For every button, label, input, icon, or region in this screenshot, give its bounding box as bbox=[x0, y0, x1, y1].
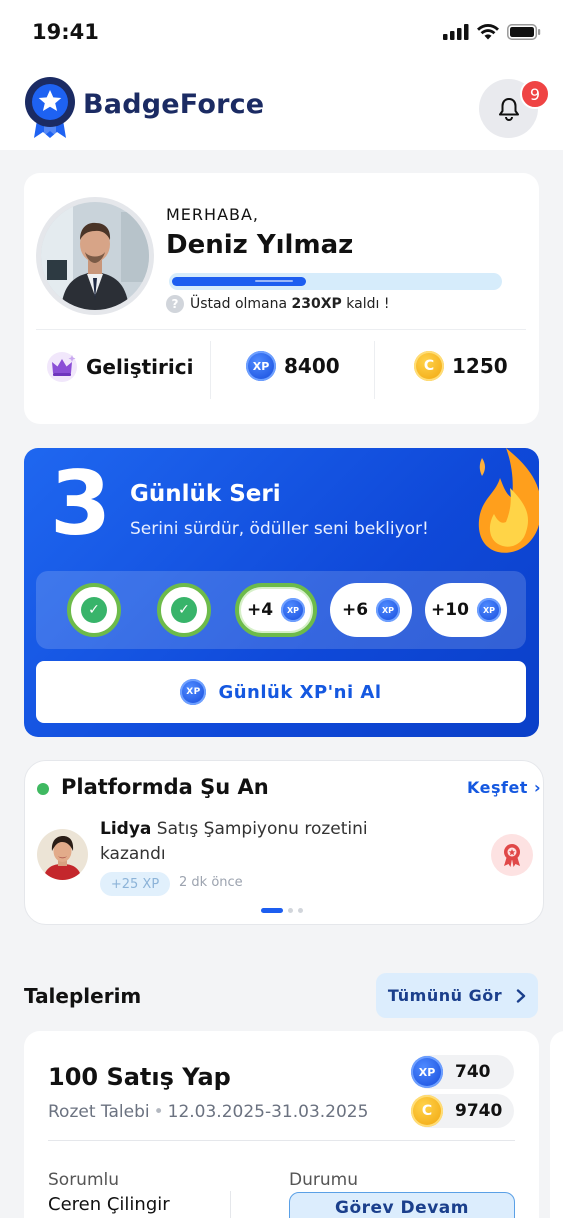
stat-divider bbox=[210, 341, 211, 399]
xp-coin-icon: XP bbox=[246, 351, 276, 381]
level-progress-bar bbox=[169, 273, 502, 290]
chevron-right-icon bbox=[516, 988, 526, 1003]
crown-icon bbox=[47, 352, 77, 382]
battery-icon bbox=[507, 24, 541, 40]
streak-day-2: ✓ bbox=[157, 583, 211, 637]
user-name: Deniz Yılmaz bbox=[166, 230, 354, 260]
request-date-range: 12.03.2025-31.03.2025 bbox=[167, 1102, 369, 1122]
request-xp-reward: XP 740 bbox=[411, 1055, 514, 1089]
xp-coin-icon: XP bbox=[476, 598, 501, 622]
remaining-xp: 230XP bbox=[291, 296, 342, 312]
request-xp-value: 740 bbox=[455, 1062, 491, 1082]
status-time: 19:41 bbox=[32, 20, 99, 44]
notification-count-badge: 9 bbox=[520, 79, 550, 109]
activity-text: Lidya Satış Şampiyonu rozetini kazandı bbox=[100, 817, 400, 867]
status-icons bbox=[443, 24, 541, 40]
request-meta: Rozet Talebi • 12.03.2025-31.03.2025 bbox=[48, 1102, 368, 1122]
live-activity-card: Platformda Şu An Keşfet › Lidya Satış Şa… bbox=[24, 760, 544, 925]
live-indicator bbox=[37, 783, 49, 795]
profile-photo bbox=[41, 202, 149, 310]
carousel-dot[interactable] bbox=[288, 908, 293, 913]
xp-coin-icon: XP bbox=[411, 1056, 443, 1088]
see-all-button[interactable]: Tümünü Gör bbox=[376, 973, 538, 1018]
daily-streak-card: 3 Günlük Seri Serini sürdür, ödüller sen… bbox=[24, 448, 539, 737]
greeting-text: MERHABA, bbox=[166, 205, 260, 224]
chevron-right-icon: › bbox=[534, 778, 542, 797]
streak-day-4: +6 XP bbox=[330, 583, 412, 637]
streak-day-reward: +10 bbox=[431, 600, 469, 620]
next-request-card-peek[interactable] bbox=[550, 1031, 563, 1218]
wifi-icon bbox=[477, 24, 499, 40]
claim-daily-xp-button[interactable]: XP Günlük XP'ni Al bbox=[36, 661, 526, 723]
carousel-dots[interactable] bbox=[261, 908, 303, 913]
see-all-label: Tümünü Gör bbox=[387, 986, 503, 1005]
request-coin-reward: C 9740 bbox=[411, 1094, 514, 1128]
streak-day-3[interactable]: +4 XP bbox=[235, 583, 317, 637]
request-title: 100 Satış Yap bbox=[48, 1063, 231, 1091]
check-icon: ✓ bbox=[171, 597, 197, 623]
level-hint: ? Üstad olmana 230XP kaldı ! bbox=[166, 295, 389, 313]
check-icon: ✓ bbox=[81, 597, 107, 623]
xp-total: 8400 bbox=[284, 354, 340, 378]
streak-day-reward: +4 bbox=[246, 600, 274, 620]
owner-name: Ceren Çilingir bbox=[48, 1194, 170, 1215]
owner-label: Sorumlu bbox=[48, 1170, 120, 1190]
activity-time: 2 dk önce bbox=[179, 875, 243, 890]
live-activity-title: Platformda Şu An bbox=[61, 775, 269, 799]
activity-user-name[interactable]: Lidya bbox=[100, 819, 151, 839]
xp-coin-icon: XP bbox=[281, 598, 306, 622]
xp-stat: XP 8400 bbox=[246, 351, 340, 381]
divider bbox=[48, 1140, 515, 1141]
streak-day-1: ✓ bbox=[67, 583, 121, 637]
coin-total: 1250 bbox=[452, 354, 508, 378]
brand-name: BadgeForce bbox=[83, 89, 265, 120]
logo-icon bbox=[25, 77, 75, 138]
request-type: Rozet Talebi bbox=[48, 1102, 150, 1122]
activity-xp-chip: +25 XP bbox=[100, 872, 170, 896]
explore-link[interactable]: Keşfet › bbox=[467, 778, 541, 797]
streak-subtitle: Serini sürdür, ödüller seni bekliyor! bbox=[130, 519, 429, 539]
activity-user-avatar[interactable] bbox=[37, 829, 88, 880]
gold-coin-icon: C bbox=[414, 351, 444, 381]
app-header: 19:41 BadgeForce 9 bbox=[0, 0, 563, 150]
bell-icon bbox=[498, 97, 519, 121]
streak-title: Günlük Seri bbox=[130, 481, 281, 507]
role-label: Geliştirici bbox=[86, 355, 194, 379]
app-screen: 19:41 BadgeForce 9 MERHABA, Deniz Yılmaz… bbox=[0, 0, 563, 1218]
xp-coin-icon: XP bbox=[376, 598, 401, 622]
stat-divider bbox=[374, 341, 375, 399]
carousel-dot[interactable] bbox=[298, 908, 303, 913]
progress-shine bbox=[255, 280, 293, 282]
requests-section-title: Taleplerim bbox=[24, 984, 142, 1008]
divider bbox=[36, 329, 526, 330]
request-status-badge: Görev Devam bbox=[289, 1192, 515, 1218]
avatar[interactable] bbox=[36, 197, 154, 315]
award-icon bbox=[504, 844, 520, 867]
coin-stat: C 1250 bbox=[414, 351, 508, 381]
meta-separator: • bbox=[153, 1102, 164, 1122]
signal-icon bbox=[443, 24, 469, 40]
streak-days-track: ✓ ✓ +4 XP +6 XP +10 XP bbox=[36, 571, 526, 649]
flame-icon bbox=[478, 448, 539, 553]
field-divider bbox=[230, 1191, 231, 1218]
profile-card: MERHABA, Deniz Yılmaz ? Üstad olmana 230… bbox=[24, 173, 539, 424]
activity-badge-button[interactable] bbox=[491, 834, 533, 876]
question-icon[interactable]: ? bbox=[166, 295, 184, 313]
level-hint-text: Üstad olmana 230XP kaldı ! bbox=[190, 296, 390, 312]
claim-daily-xp-label: Günlük XP'ni Al bbox=[218, 681, 382, 703]
carousel-dot-active[interactable] bbox=[261, 908, 283, 913]
request-card[interactable]: 100 Satış Yap Rozet Talebi • 12.03.2025-31… bbox=[24, 1031, 539, 1218]
streak-day-reward: +6 bbox=[341, 600, 369, 620]
xp-coin-icon: XP bbox=[180, 679, 207, 705]
request-coin-value: 9740 bbox=[455, 1101, 503, 1121]
streak-count: 3 bbox=[50, 452, 112, 555]
role-stat: Geliştirici bbox=[46, 351, 193, 383]
streak-day-5: +10 XP bbox=[425, 583, 507, 637]
gold-coin-icon: C bbox=[411, 1095, 443, 1127]
state-label: Durumu bbox=[289, 1170, 358, 1190]
